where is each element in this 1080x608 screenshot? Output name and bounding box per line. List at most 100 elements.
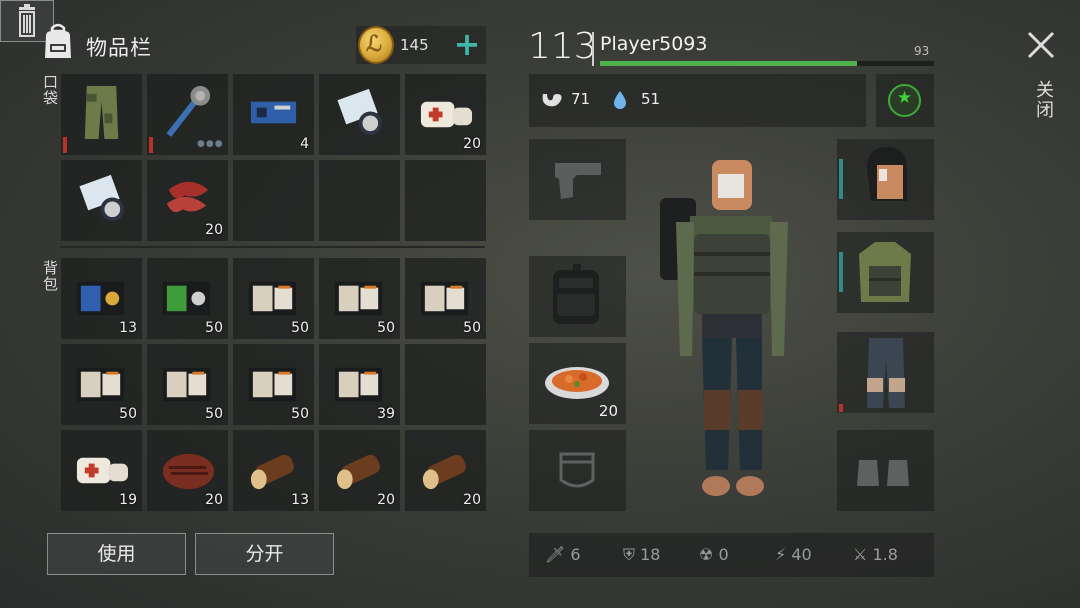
attack-value: 6 — [570, 545, 581, 564]
backpack-slot[interactable]: 19 — [61, 430, 142, 511]
use-button[interactable]: 使用 — [47, 533, 186, 575]
item-qty: 20 — [463, 492, 481, 508]
backpack-slot[interactable]: 20 — [405, 430, 486, 511]
pocket-icon — [559, 452, 595, 488]
close-icon[interactable] — [1026, 30, 1056, 60]
character-model — [660, 160, 788, 496]
backpack-slot[interactable] — [529, 256, 626, 337]
perk-slot[interactable]: ★ — [876, 74, 934, 127]
defense-value: 18 — [640, 545, 661, 564]
pocket-item-slot[interactable] — [529, 430, 626, 511]
backpack-slot[interactable]: 50 — [233, 344, 314, 425]
inventory-title: 物品栏 — [86, 36, 152, 60]
tactical-backpack-icon — [553, 264, 599, 324]
defense-stat: ⛨ 18 — [623, 545, 661, 564]
vitals-bar: 71 51 — [529, 74, 866, 127]
close-label[interactable]: 关闭 — [1030, 80, 1056, 120]
backpack-slot[interactable]: 50 — [233, 258, 314, 339]
radiation-stat: ☢ 0 — [699, 545, 729, 564]
police-badge-wallet-icon — [76, 281, 125, 316]
attack-stat: 🗡 6 — [545, 545, 581, 564]
backpack-slot[interactable]: 50 — [147, 258, 228, 339]
patrol-id-wallet-icon — [162, 367, 211, 402]
legs-slot[interactable] — [837, 332, 934, 413]
patrol-id-wallet-icon — [248, 281, 297, 316]
body-slot[interactable] — [837, 232, 934, 313]
radiation-value: 0 — [718, 545, 729, 564]
food-slot[interactable]: 20 — [529, 343, 626, 424]
backpack-slot[interactable]: 50 — [319, 258, 400, 339]
coin-glyph-icon: ℒ — [366, 31, 382, 57]
head-slot[interactable] — [837, 139, 934, 220]
body-durability — [839, 252, 843, 292]
backpack-slot[interactable] — [405, 344, 486, 425]
health-bar — [600, 61, 934, 66]
pocket-slot[interactable]: ●●● — [147, 74, 228, 155]
attack-speed-stat: ⚔ 1.8 — [853, 545, 898, 564]
armored-pants-icon — [867, 338, 905, 408]
pocket-slot[interactable] — [319, 74, 400, 155]
durability-indicator — [149, 137, 153, 153]
backpack-slot[interactable]: 20 — [319, 430, 400, 511]
backpack-slot[interactable]: 20 — [147, 430, 228, 511]
camo-pants-icon — [84, 85, 119, 140]
backpack-slot[interactable]: 39 — [319, 344, 400, 425]
pocket-label: 口袋 — [41, 74, 59, 106]
riot-helmet-icon — [867, 147, 907, 201]
patrol-id-wallet-icon — [248, 367, 297, 402]
backpack-slot[interactable]: 50 — [405, 258, 486, 339]
boots-icon — [857, 460, 909, 486]
item-qty: 13 — [291, 492, 309, 508]
backpack-label: 背包 — [41, 260, 59, 292]
add-coins-button[interactable]: + — [452, 28, 482, 62]
section-divider — [60, 246, 485, 248]
durability-indicator — [63, 137, 67, 153]
log-icon — [422, 454, 466, 490]
pocket-slot[interactable] — [405, 160, 486, 241]
patrol-id-wallet-icon — [420, 281, 469, 316]
food-qty: 20 — [598, 402, 618, 420]
pocket-slot[interactable] — [61, 74, 142, 155]
star-icon: ★ — [896, 88, 913, 108]
stomach-icon — [542, 94, 562, 107]
split-button[interactable]: 分开 — [195, 533, 334, 575]
head-durability — [839, 159, 843, 199]
patrol-id-wallet-icon — [76, 367, 125, 402]
weapon-slot[interactable] — [529, 139, 626, 220]
bandage-icon — [76, 457, 129, 484]
speed-stat: ⚡ 40 — [775, 545, 812, 564]
backpack-icon — [45, 23, 71, 58]
item-qty: 39 — [377, 406, 395, 422]
upgrade-dots-icon: ●●● — [197, 139, 224, 149]
backpack-slot[interactable]: 50 — [147, 344, 228, 425]
item-qty: 20 — [205, 492, 223, 508]
police-papers-icon — [79, 174, 125, 222]
pocket-slot[interactable]: 20 — [147, 160, 228, 241]
green-id-wallet-icon — [162, 281, 211, 316]
item-qty: 50 — [119, 406, 137, 422]
bandage-icon — [420, 101, 473, 128]
pocket-slot[interactable]: 20 — [405, 74, 486, 155]
item-qty: 19 — [119, 492, 137, 508]
thirst-value: 51 — [641, 90, 661, 108]
item-qty: 20 — [377, 492, 395, 508]
backpack-slot[interactable]: 50 — [61, 344, 142, 425]
item-qty: 4 — [300, 136, 309, 152]
pocket-slot[interactable]: 4 — [233, 74, 314, 155]
feet-slot[interactable] — [837, 430, 934, 511]
item-qty: 50 — [377, 320, 395, 336]
item-qty: 50 — [205, 406, 223, 422]
item-qty: 20 — [463, 136, 481, 152]
pocket-slot[interactable] — [61, 160, 142, 241]
patrol-id-wallet-icon — [334, 281, 383, 316]
item-qty: 20 — [205, 222, 223, 238]
inventory-header: 物品栏 ℒ 145 + — [38, 20, 486, 68]
backpack-slot[interactable]: 13 — [233, 430, 314, 511]
backpack-slot[interactable]: 13 — [61, 258, 142, 339]
coin-count: 145 — [400, 36, 429, 54]
log-icon — [336, 454, 380, 490]
steak-icon — [162, 453, 215, 490]
pocket-slot[interactable] — [319, 160, 400, 241]
pocket-slot[interactable] — [233, 160, 314, 241]
item-qty: 50 — [291, 320, 309, 336]
